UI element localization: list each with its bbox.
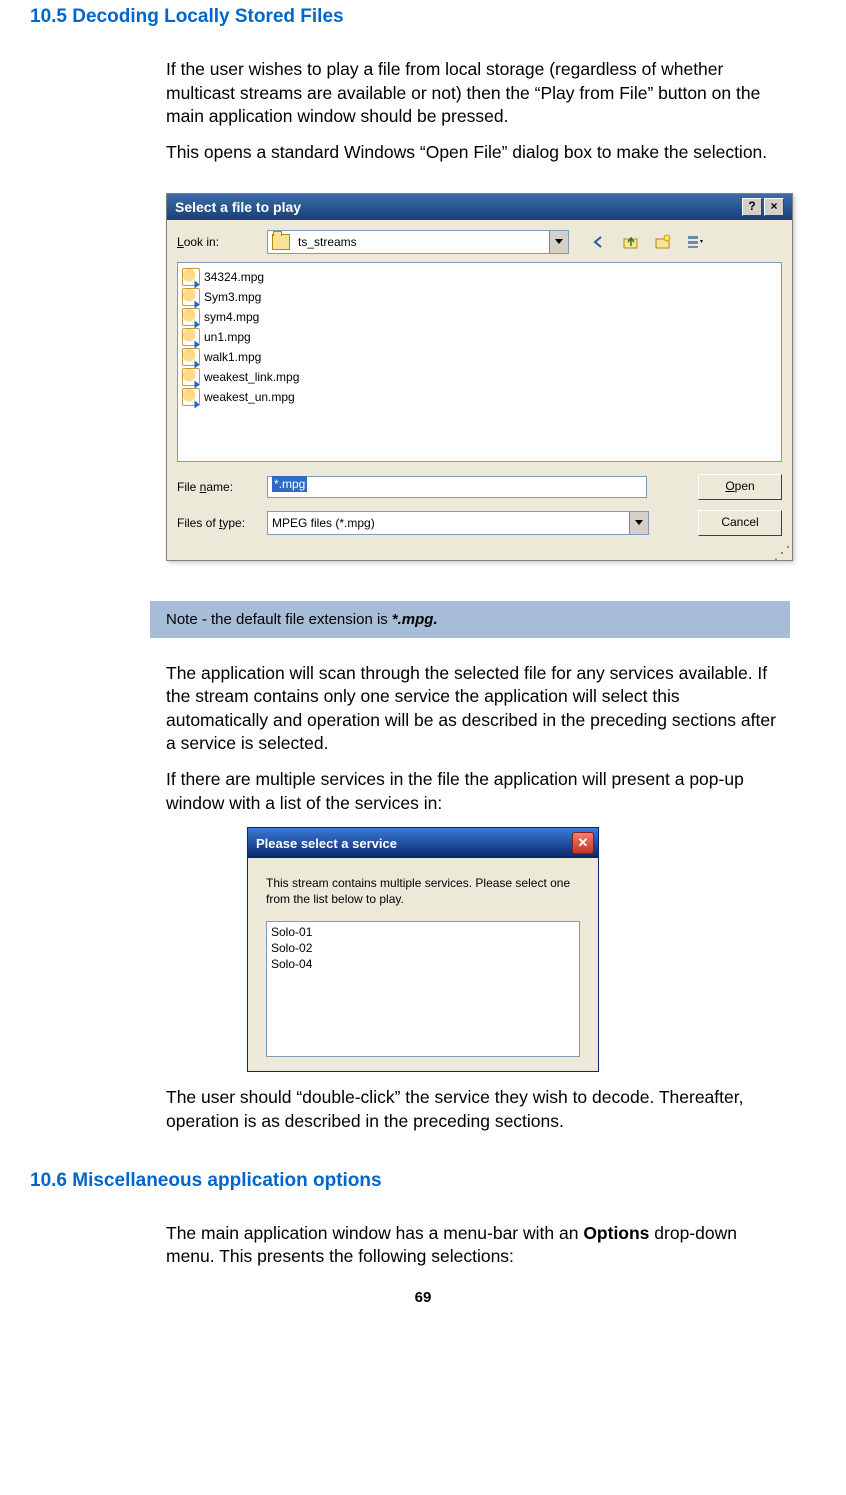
media-file-icon (182, 308, 200, 326)
paragraph: This opens a standard Windows “Open File… (166, 141, 776, 165)
list-item[interactable]: sym4.mpg (180, 307, 779, 327)
file-type-label: Files of type: (177, 516, 259, 530)
close-button[interactable]: × (764, 198, 784, 216)
media-file-icon (182, 348, 200, 366)
note-text: Note - the default file extension is (166, 611, 388, 628)
file-name: walk1.mpg (204, 350, 261, 364)
section-10-5-heading: 10.5 Decoding Locally Stored Files (30, 6, 816, 28)
list-item[interactable]: Sym3.mpg (180, 287, 779, 307)
look-in-label: Look in: (177, 235, 259, 249)
dialog-title: Select a file to play (175, 199, 301, 215)
note-box: Note - the default file extension is *.m… (150, 601, 790, 638)
list-item[interactable]: walk1.mpg (180, 347, 779, 367)
media-file-icon (182, 328, 200, 346)
resize-grip-icon[interactable]: ⋰ (167, 548, 792, 560)
view-menu-button[interactable] (683, 230, 707, 254)
open-button[interactable]: Open (698, 474, 782, 500)
paragraph: The main application window has a menu-b… (166, 1222, 776, 1269)
media-file-icon (182, 368, 200, 386)
file-name: 34324.mpg (204, 270, 264, 284)
close-button[interactable]: ✕ (572, 832, 594, 854)
paragraph: If there are multiple services in the fi… (166, 768, 776, 815)
dialog-titlebar[interactable]: Please select a service ✕ (248, 828, 598, 858)
look-in-combo[interactable]: ts_streams (267, 230, 569, 254)
media-file-icon (182, 268, 200, 286)
section-10-6-heading: 10.6 Miscellaneous application options (30, 1170, 816, 1192)
note-extension: *.mpg. (392, 611, 438, 628)
file-name: un1.mpg (204, 330, 251, 344)
select-service-dialog: Please select a service ✕ This stream co… (247, 827, 599, 1072)
file-name: weakest_link.mpg (204, 370, 299, 384)
list-item[interactable]: Solo-02 (271, 940, 575, 956)
paragraph-text: The main application window has a menu-b… (166, 1223, 583, 1243)
service-list[interactable]: Solo-01 Solo-02 Solo-04 (266, 921, 580, 1057)
list-item[interactable]: Solo-04 (271, 956, 575, 972)
look-in-value: ts_streams (294, 235, 549, 249)
file-name-value: *.mpg (272, 476, 307, 492)
paragraph: If the user wishes to play a file from l… (166, 58, 776, 129)
file-name-input[interactable]: *.mpg (267, 476, 647, 498)
paragraph: The application will scan through the se… (166, 662, 776, 757)
cancel-button[interactable]: Cancel (698, 510, 782, 536)
chevron-down-icon[interactable] (629, 512, 648, 534)
paragraph: The user should “double-click” the servi… (166, 1086, 776, 1133)
list-item[interactable]: weakest_link.mpg (180, 367, 779, 387)
media-file-icon (182, 388, 200, 406)
new-folder-button[interactable] (651, 230, 675, 254)
back-button[interactable] (587, 230, 611, 254)
file-type-value: MPEG files (*.mpg) (268, 516, 629, 530)
options-keyword: Options (583, 1223, 649, 1243)
file-name: weakest_un.mpg (204, 390, 295, 404)
list-item[interactable]: Solo-01 (271, 924, 575, 940)
file-type-combo[interactable]: MPEG files (*.mpg) (267, 511, 649, 535)
list-item[interactable]: 34324.mpg (180, 267, 779, 287)
file-name-label: File name: (177, 480, 259, 494)
up-one-level-button[interactable] (619, 230, 643, 254)
file-name: Sym3.mpg (204, 290, 261, 304)
dialog-title: Please select a service (256, 836, 397, 851)
file-list[interactable]: 34324.mpg Sym3.mpg sym4.mpg un1.mpg walk… (177, 262, 782, 462)
chevron-down-icon[interactable] (549, 231, 568, 253)
open-file-dialog: Select a file to play ? × Look in: ts_st… (166, 193, 793, 561)
page-number: 69 (30, 1289, 816, 1306)
dialog-message: This stream contains multiple services. … (266, 876, 580, 907)
folder-icon (272, 234, 290, 250)
list-item[interactable]: un1.mpg (180, 327, 779, 347)
list-item[interactable]: weakest_un.mpg (180, 387, 779, 407)
dialog-titlebar[interactable]: Select a file to play ? × (167, 194, 792, 220)
file-name: sym4.mpg (204, 310, 259, 324)
media-file-icon (182, 288, 200, 306)
help-button[interactable]: ? (742, 198, 762, 216)
